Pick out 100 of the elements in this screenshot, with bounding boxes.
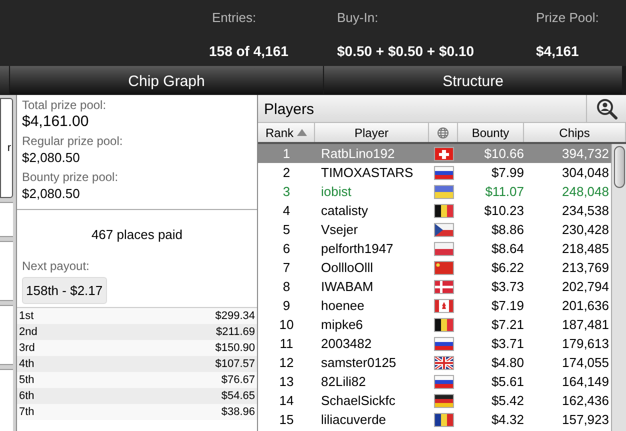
scrollbar-thumb[interactable] (614, 146, 624, 188)
amount-cell-text: $150.90 (215, 340, 255, 356)
chips-cell-text: 230,428 (561, 220, 610, 239)
stat-label: Prize Pool: (536, 9, 599, 27)
table-row[interactable]: 6 pelforth1947 $8.64 218,485 (258, 239, 611, 258)
player-cell-text: 82Lili82 (320, 372, 367, 391)
table-row[interactable]: 9 hoenee $7.19 201,636 (258, 296, 611, 315)
bounty-cell-text: $8.64 (490, 240, 524, 258)
bounty-cell-text: $4.32 (490, 410, 524, 429)
tab[interactable]: Structure (324, 66, 622, 94)
player-cell-text: 2003482 (320, 334, 373, 353)
player-cell-text: hoenee (320, 296, 366, 315)
table-row[interactable]: 3 iobist $11.07 248,048 (258, 182, 611, 201)
player-cell-text: RatbLino192 (320, 144, 396, 163)
bounty-cell-text: $8.86 (490, 220, 524, 239)
column-header[interactable]: Rank (258, 123, 315, 142)
flag-icon (434, 166, 454, 180)
place-cell-text: 4th (19, 356, 34, 372)
player-cell-text: pelforth1947 (320, 240, 394, 258)
player-cell-text: iobist (320, 182, 352, 201)
rank-cell-text: 7 (282, 258, 292, 277)
panel-text: r (7, 140, 11, 156)
chips-cell-text: 162,436 (561, 392, 610, 410)
table-row[interactable]: 13 82Lili82 $5.61 164,149 (258, 372, 611, 391)
table-row[interactable]: 7 OollloOlll $6.22 213,769 (258, 258, 611, 277)
rank-cell-text: 2 (282, 164, 292, 182)
column-header[interactable]: Bounty (458, 123, 524, 142)
table-row[interactable]: 5 Vsejer $8.86 230,428 (258, 220, 611, 239)
rank-cell-text: 10 (278, 316, 295, 334)
sort-ascending-icon (296, 129, 306, 136)
pool-label: Regular prize pool: (22, 134, 124, 148)
bounty-cell-text: $10.66 (483, 144, 524, 163)
pool-label: Total prize pool: (22, 98, 108, 112)
table-row[interactable]: 11 2003482 $3.71 179,613 (258, 334, 611, 353)
place-cell-text: 2nd (19, 324, 38, 340)
place-cell-text: 3rd (19, 340, 35, 356)
flag-icon (434, 336, 454, 350)
chips-cell-text: 234,538 (561, 202, 610, 220)
chips-cell-text: 179,613 (561, 334, 610, 353)
table-row[interactable]: 14 SchaelSickfc $5.42 162,436 (258, 391, 611, 410)
scrollbar[interactable] (611, 144, 626, 431)
pool-value: $2,080.50 (22, 149, 81, 166)
amount-cell-text: $299.34 (215, 308, 255, 324)
table-row[interactable]: 10 mipke6 $7.21 187,481 (258, 315, 611, 334)
chips-cell-text: 201,636 (561, 296, 610, 315)
tab[interactable]: Chip Graph (10, 66, 323, 94)
rank-cell-text: 9 (282, 296, 292, 315)
player-cell-text: TIMOXASTARS (320, 164, 414, 182)
chips-cell-text: 174,055 (561, 354, 610, 372)
chips-cell-text: 187,481 (561, 316, 610, 334)
flag-icon (434, 318, 454, 332)
stat-value: 158 of 4,161 (209, 42, 288, 60)
bounty-cell-text: $11.07 (484, 182, 524, 201)
table-row[interactable]: 15 liliacuverde $4.32 157,923 (258, 410, 611, 429)
player-cell-text: mipke6 (320, 316, 364, 334)
next-payout-value: 158th - $2.17 (22, 276, 107, 304)
flag-icon (434, 374, 454, 388)
place-cell-text: 7th (19, 404, 34, 420)
amount-cell-text: $107.57 (215, 356, 255, 372)
player-cell-text: liliacuverde (320, 410, 388, 429)
chips-cell-text: 213,769 (561, 258, 610, 277)
chips-cell-text: 157,923 (561, 410, 610, 429)
flag-icon (434, 412, 454, 426)
chips-cell-text: 218,485 (561, 240, 610, 258)
player-cell-text: Vsejer (320, 220, 359, 239)
bounty-cell-text: $7.19 (490, 296, 524, 315)
bounty-cell-text: $3.71 (490, 334, 524, 353)
place-cell-text: 1st (19, 308, 34, 324)
stat-label: Buy-In: (337, 9, 378, 27)
rank-cell-text: 8 (282, 278, 292, 296)
tab-stub (0, 66, 9, 94)
flag-icon (434, 298, 454, 312)
chips-cell-text: 248,048 (561, 182, 610, 201)
pool-value: $2,080.50 (22, 185, 81, 202)
amount-cell-text: $54.65 (221, 388, 255, 404)
rank-cell-text: 13 (278, 372, 295, 391)
bounty-cell-text: $7.99 (490, 164, 524, 182)
table-row[interactable]: 4 catalisty $10.23 234,538 (258, 201, 611, 220)
table-row[interactable]: 8 IWABAM $3.73 202,794 (258, 277, 611, 296)
next-payout-label: Next payout: (22, 258, 90, 274)
stat-value: $4,161 (536, 42, 579, 60)
bounty-cell-text: $4.80 (490, 354, 524, 372)
table-row[interactable]: 2 TIMOXASTARS $7.99 304,048 (258, 163, 611, 182)
rank-cell-text: 3 (282, 182, 292, 201)
column-header[interactable]: Chips (524, 123, 626, 142)
place-cell-text: 5th (19, 372, 34, 388)
player-cell-text: IWABAM (320, 278, 374, 296)
flag-icon (434, 280, 454, 294)
player-cell-text: catalisty (320, 202, 369, 220)
column-header[interactable]: Player (315, 123, 429, 142)
chips-cell-text: 202,794 (561, 278, 610, 296)
table-row[interactable]: 12 samster0125 $4.80 174,055 (258, 353, 611, 372)
rank-cell-text: 4 (282, 202, 292, 220)
flag-icon (434, 204, 454, 218)
panel-title: Players (263, 100, 316, 120)
bounty-cell-text: $5.42 (490, 392, 524, 410)
globe-icon (437, 126, 449, 138)
chips-cell-text: 394,732 (561, 144, 610, 163)
rank-cell-text: 6 (282, 240, 292, 258)
pool-value: $4,161.00 (22, 113, 90, 130)
